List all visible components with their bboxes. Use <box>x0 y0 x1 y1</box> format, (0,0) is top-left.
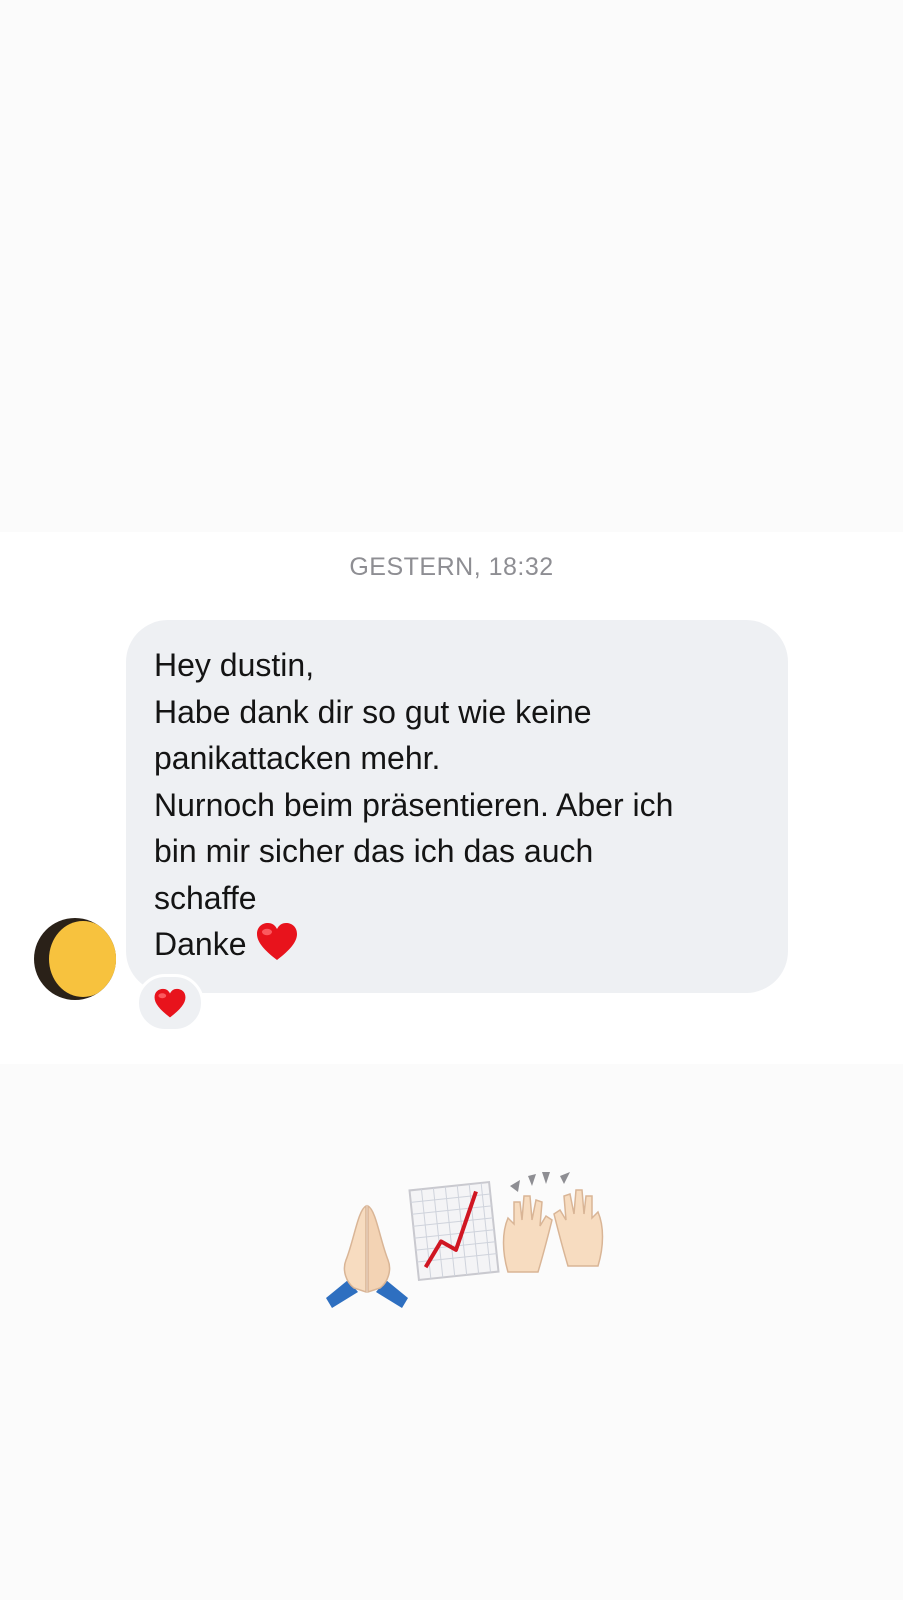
message-line: Habe dank dir so gut wie keine <box>154 693 592 730</box>
message-line: Nurnoch beim präsentieren. Aber ich <box>154 786 674 823</box>
message-line: panikattacken mehr. <box>154 740 441 776</box>
message-line-text: Danke <box>154 926 247 962</box>
caption-emojis <box>318 1162 608 1312</box>
bottom-blank-area <box>0 1064 903 1600</box>
raising-hands-icon <box>502 1172 604 1273</box>
heart-reaction[interactable] <box>136 974 204 1032</box>
message-line: schaffe <box>154 879 257 916</box>
red-heart-icon <box>256 923 297 960</box>
censor-blob <box>49 921 116 997</box>
message-bubble[interactable]: Hey dustin, Habe dank dir so gut wie kei… <box>126 620 788 993</box>
message-timestamp: GESTERN, 18:32 <box>349 553 554 581</box>
message-line: Hey dustin, <box>154 647 315 683</box>
red-heart-icon <box>154 988 186 1017</box>
top-blank-area <box>0 0 903 532</box>
message-line: bin mir sicher das ich das auch <box>154 833 594 869</box>
folded-hands-icon <box>326 1204 408 1308</box>
story-screen: GESTERN, 18:32 Hey dustin, Habe dank dir… <box>0 0 903 1600</box>
sender-avatar[interactable] <box>34 918 116 1000</box>
message-line-last: Danke <box>154 921 760 968</box>
chart-increasing-icon <box>408 1180 500 1282</box>
